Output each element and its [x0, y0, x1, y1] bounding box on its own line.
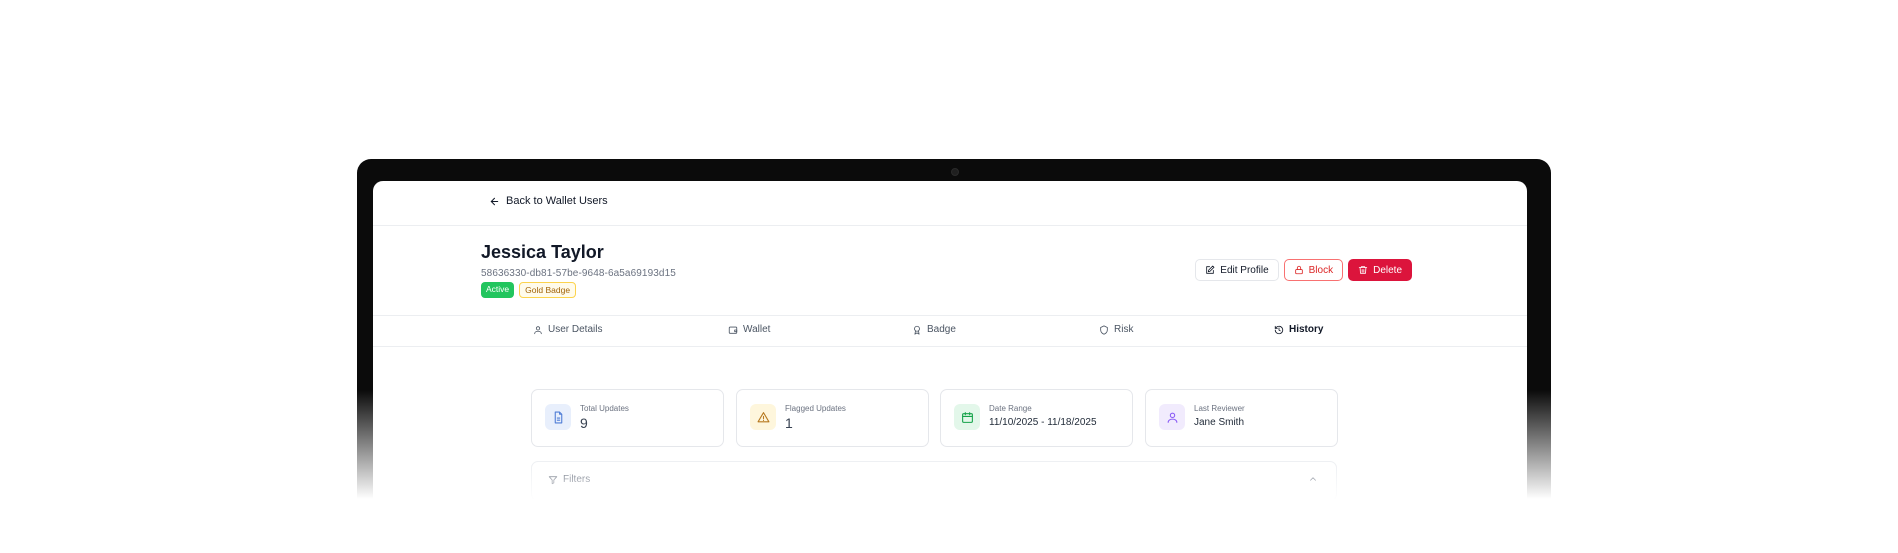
- stat-label: Total Updates: [580, 404, 629, 413]
- stat-label: Date Range: [989, 404, 1032, 413]
- stat-icon-box: [1159, 404, 1185, 430]
- lock-icon: [1294, 265, 1303, 275]
- user-id: 58636330-db81-57be-9648-6a5a69193d15: [481, 268, 676, 279]
- filters-label: Filters: [563, 474, 591, 485]
- stat-card-total-updates: Total Updates 9: [531, 389, 724, 447]
- stat-card-date-range: Date Range 11/10/2025 - 11/18/2025: [940, 389, 1133, 447]
- stat-icon-box: [750, 404, 776, 430]
- tab-history[interactable]: History: [1274, 324, 1323, 335]
- warning-icon: [757, 411, 769, 422]
- stat-value: Jane Smith: [1194, 417, 1245, 428]
- tab-label: Badge: [927, 324, 956, 335]
- trash-icon: [1358, 266, 1368, 274]
- gold-badge: Gold Badge: [519, 282, 577, 298]
- user-name: Jessica Taylor: [481, 242, 604, 262]
- stat-label: Last Reviewer: [1194, 404, 1245, 413]
- shield-icon: [1100, 324, 1108, 335]
- stat-icon-box: [954, 404, 980, 430]
- document-icon: [554, 411, 562, 423]
- stat-label: Flagged Updates: [785, 404, 846, 413]
- stat-value: 1: [785, 415, 793, 431]
- stat-card-flagged-updates: Flagged Updates 1: [736, 389, 929, 447]
- edit-profile-button[interactable]: Edit Profile: [1195, 259, 1279, 281]
- stat-card-last-reviewer: Last Reviewer Jane Smith: [1145, 389, 1338, 447]
- tab-label: History: [1289, 324, 1324, 335]
- status-badge-active: Active: [481, 282, 515, 298]
- block-button[interactable]: Block: [1283, 259, 1344, 281]
- chevron-up-icon[interactable]: [1308, 474, 1318, 484]
- user-icon: [1167, 412, 1177, 423]
- filter-icon: [548, 475, 558, 484]
- block-label: Block: [1308, 264, 1334, 276]
- app-screen: Back to Wallet Users Jessica Taylor 5863…: [373, 181, 1527, 499]
- filters-panel[interactable]: Filters: [531, 461, 1337, 499]
- stat-value: 9: [580, 415, 588, 431]
- edit-profile-label: Edit Profile: [1220, 264, 1269, 276]
- tab-badge[interactable]: Badge: [912, 324, 956, 335]
- delete-button[interactable]: Delete: [1348, 259, 1412, 281]
- tab-wallet[interactable]: Wallet: [728, 324, 770, 335]
- tab-user-details[interactable]: User Details: [533, 324, 602, 335]
- profile-tabs: User Details Wallet Badge Risk History: [373, 315, 1527, 347]
- back-link-label: Back to Wallet Users: [506, 195, 608, 207]
- stat-icon-box: [545, 404, 571, 430]
- calendar-icon: [961, 411, 973, 423]
- stat-value: 11/10/2025 - 11/18/2025: [989, 417, 1097, 428]
- history-icon: [1274, 325, 1284, 334]
- tab-label: User Details: [548, 324, 603, 335]
- arrow-left-icon: [490, 197, 499, 205]
- header-actions: Edit Profile Block Delete: [1195, 259, 1412, 281]
- filters-header: Filters: [548, 474, 590, 485]
- edit-icon: [1206, 265, 1215, 274]
- laptop-frame: Back to Wallet Users Jessica Taylor 5863…: [357, 159, 1551, 499]
- status-badges: Active Gold Badge: [481, 282, 577, 298]
- user-header: Jessica Taylor 58636330-db81-57be-9648-6…: [373, 225, 1527, 316]
- delete-label: Delete: [1373, 264, 1402, 276]
- back-to-wallet-users-link[interactable]: Back to Wallet Users: [489, 195, 608, 207]
- wallet-icon: [728, 326, 738, 334]
- award-icon: [914, 325, 920, 335]
- top-bar: Back to Wallet Users: [373, 181, 1527, 226]
- camera-dot: [951, 168, 959, 176]
- tab-label: Wallet: [743, 324, 771, 335]
- tab-risk[interactable]: Risk: [1099, 324, 1133, 335]
- tab-label: Risk: [1114, 324, 1134, 335]
- user-icon: [534, 325, 542, 334]
